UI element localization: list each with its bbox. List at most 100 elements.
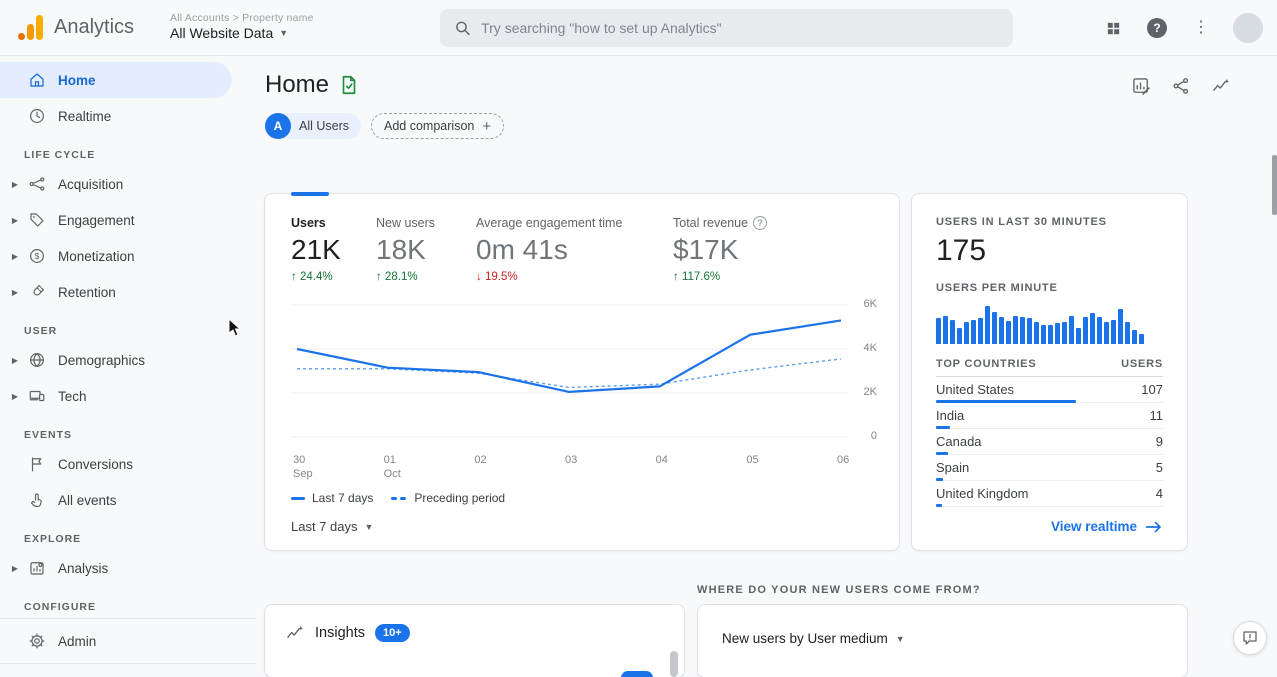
country-bar xyxy=(936,504,942,507)
insights-label: Insights xyxy=(315,625,365,641)
share-icon[interactable] xyxy=(1171,76,1191,101)
partial-badge xyxy=(621,671,653,677)
sidebar-item-acquisition[interactable]: ▶ Acquisition xyxy=(0,166,256,202)
sidebar-item-label: Engagement xyxy=(58,212,135,228)
account-picker[interactable]: All Accounts > Property name All Website… xyxy=(170,12,314,43)
metric-total-revenue[interactable]: Total revenue? $17K ↑ 117.6% xyxy=(673,216,823,283)
metric-avg-engagement-time[interactable]: Average engagement time 0m 41s ↓ 19.5% xyxy=(476,216,673,283)
table-row: Canada 9 xyxy=(936,429,1163,455)
comparison-avatar: A xyxy=(265,113,291,139)
sidebar-item-monetization[interactable]: ▶ $ Monetization xyxy=(0,238,256,274)
realtime-card: USERS IN LAST 30 MINUTES 175 USERS PER M… xyxy=(911,193,1188,551)
more-vert-icon[interactable]: ⋮ xyxy=(1189,16,1213,40)
insights-card[interactable]: Insights 10+ xyxy=(264,604,685,677)
section-title-user: USER xyxy=(24,325,58,337)
table-row: United States 107 xyxy=(936,377,1163,403)
sidebar-item-label: Analysis xyxy=(58,560,109,576)
sidebar-item-realtime[interactable]: Realtime xyxy=(0,98,256,134)
chart-legend: Last 7 days Preceding period xyxy=(291,491,873,505)
insights-spark-icon[interactable] xyxy=(1211,76,1231,101)
feedback-button[interactable] xyxy=(1233,621,1267,655)
search-icon xyxy=(456,21,470,36)
sidebar-item-home[interactable]: Home xyxy=(0,62,232,98)
sidebar-item-conversions[interactable]: Conversions xyxy=(0,446,256,482)
divider xyxy=(0,663,256,664)
analytics-logo-icon xyxy=(16,14,46,42)
sidebar-item-all-events[interactable]: All events xyxy=(0,482,256,518)
help-icon[interactable]: ? xyxy=(753,216,768,230)
expand-chevron-icon: ▶ xyxy=(11,215,19,225)
sidebar-item-label: Acquisition xyxy=(58,176,124,192)
sidebar-item-label: Home xyxy=(58,72,96,88)
sidebar-item-admin[interactable]: Admin xyxy=(0,623,256,659)
devices-icon xyxy=(28,387,46,405)
feedback-bubble-icon xyxy=(1243,631,1257,645)
property-selector-label: All Website Data xyxy=(170,25,274,42)
table-row: India 11 xyxy=(936,403,1163,429)
view-realtime-link[interactable]: View realtime xyxy=(936,519,1163,534)
date-range-selector[interactable]: Last 7 days ▼ xyxy=(291,519,873,534)
globe-icon xyxy=(28,351,46,369)
users-line-chart: 0 2K 4K 6K xyxy=(291,297,877,447)
plus-icon: + xyxy=(482,117,492,135)
help-icon[interactable]: ? xyxy=(1145,16,1169,40)
page-scrollbar[interactable] xyxy=(1272,155,1277,215)
monetization-dollar-icon: $ xyxy=(28,247,46,265)
acquisition-icon xyxy=(28,175,46,193)
table-row: United Kingdom 4 xyxy=(936,481,1163,507)
expand-chevron-icon: ▶ xyxy=(11,287,19,297)
legend-solid-line-icon xyxy=(291,496,305,500)
touch-icon xyxy=(28,491,46,509)
new-users-dimension-selector[interactable]: New users by User medium ▼ xyxy=(722,631,1163,646)
overview-card: Users 21K ↑ 24.4% New users 18K ↑ 28.1% … xyxy=(264,192,900,551)
sidebar-item-analysis[interactable]: ▶ Analysis xyxy=(0,550,256,586)
flag-icon xyxy=(28,455,46,473)
countries-table-header: TOP COUNTRIES USERS xyxy=(936,358,1163,377)
main-content: Home A All Users Add comparison + Users … xyxy=(256,56,1277,677)
customize-report-icon[interactable] xyxy=(1131,76,1151,101)
expand-chevron-icon: ▶ xyxy=(11,179,19,189)
inner-scrollbar[interactable] xyxy=(670,651,678,677)
section-title-events: EVENTS xyxy=(24,429,73,441)
analytics-logo[interactable]: Analytics xyxy=(0,14,160,42)
sidebar-item-demographics[interactable]: ▶ Demographics xyxy=(0,342,256,378)
section-title-configure: CONFIGURE xyxy=(24,601,96,613)
clock-icon xyxy=(28,107,46,125)
metric-new-users[interactable]: New users 18K ↑ 28.1% xyxy=(376,216,476,283)
expand-chevron-icon: ▶ xyxy=(11,563,19,573)
new-users-question-heading: WHERE DO YOUR NEW USERS COME FROM? xyxy=(697,584,981,596)
engagement-tag-icon xyxy=(28,211,46,229)
search-input[interactable] xyxy=(481,20,999,36)
sidebar-item-label: Retention xyxy=(58,284,116,300)
sidebar-item-engagement[interactable]: ▶ Engagement xyxy=(0,202,256,238)
divider xyxy=(0,618,256,619)
sidebar-item-label: Conversions xyxy=(58,456,134,472)
legend-dashed-line-icon xyxy=(391,496,407,500)
svg-text:$: $ xyxy=(35,252,40,261)
analysis-icon xyxy=(28,559,46,577)
search-bar[interactable] xyxy=(440,9,1013,47)
insights-spark-icon xyxy=(287,625,304,638)
retention-magnet-icon xyxy=(28,283,46,301)
sidebar-item-label: Demographics xyxy=(58,352,146,368)
expand-chevron-icon: ▶ xyxy=(11,251,19,261)
home-icon xyxy=(28,71,46,89)
sidebar-item-tech[interactable]: ▶ Tech xyxy=(0,378,256,414)
realtime-title: USERS IN LAST 30 MINUTES xyxy=(936,216,1107,228)
x-axis-labels: 30 Sep 01 Oct 02 03 04 05 06 xyxy=(293,454,850,481)
metric-users[interactable]: Users 21K ↑ 24.4% xyxy=(291,216,376,283)
doc-check-icon[interactable] xyxy=(338,74,360,96)
comparison-chip-all-users[interactable]: A All Users xyxy=(265,113,362,139)
sidebar-item-label: All events xyxy=(58,492,117,508)
gear-icon xyxy=(28,632,46,650)
expand-chevron-icon: ▶ xyxy=(11,391,19,401)
sidebar-item-retention[interactable]: ▶ Retention xyxy=(0,274,256,310)
avatar[interactable] xyxy=(1233,13,1263,43)
active-tab-indicator xyxy=(291,192,329,196)
users-per-minute-chart xyxy=(936,302,1163,344)
apps-grid-icon[interactable] xyxy=(1101,16,1125,40)
section-title-explore: EXPLORE xyxy=(24,533,82,545)
section-title-life-cycle: LIFE CYCLE xyxy=(24,149,96,161)
sidebar-item-label: Admin xyxy=(58,633,97,649)
add-comparison-button[interactable]: Add comparison + xyxy=(371,113,505,139)
